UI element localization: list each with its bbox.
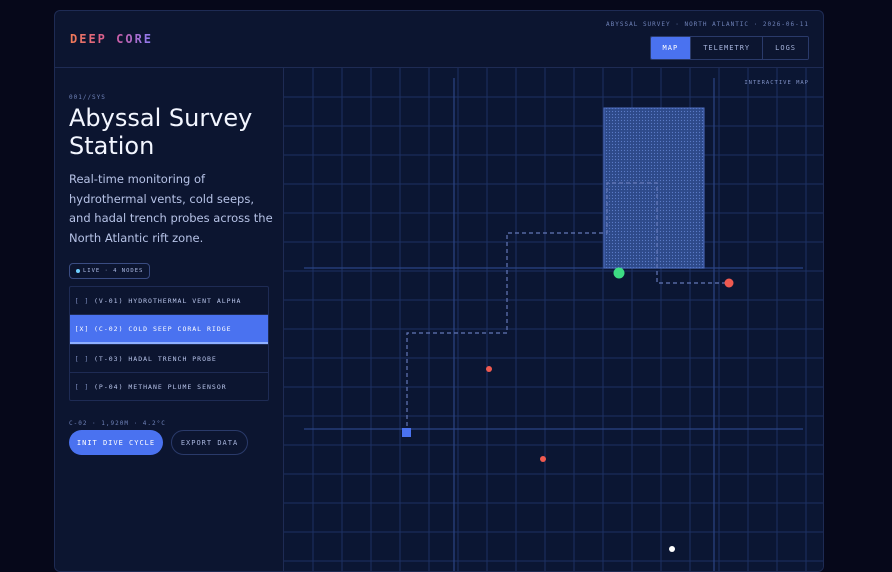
node-label: (P-04) METHANE PLUME SENSOR: [94, 382, 227, 391]
page-description: Real-time monitoring of hydrothermal ven…: [69, 172, 273, 245]
node-label: (T-03) HADAL TRENCH PROBE: [94, 354, 217, 363]
tab-logs[interactable]: LOGS: [762, 37, 808, 59]
map-axis-lines: [304, 78, 803, 571]
checkbox-icon: [ ]: [74, 296, 90, 305]
node-item-c02[interactable]: [X] (C-02) COLD SEEP CORAL RIDGE: [70, 314, 268, 344]
selection-zone[interactable]: [603, 107, 705, 269]
export-data-button[interactable]: EXPORT DATA: [171, 430, 248, 455]
live-badge-label: LIVE · 4 NODES: [83, 268, 144, 274]
probe-square-marker[interactable]: [402, 428, 411, 437]
tab-map[interactable]: MAP: [650, 37, 691, 59]
tab-telemetry[interactable]: TELEMETRY: [690, 37, 763, 59]
sys-label: 001//SYS: [69, 94, 106, 101]
map-canvas: [284, 68, 823, 571]
map-label: INTERACTIVE MAP: [744, 80, 809, 86]
checkbox-icon: [ ]: [74, 382, 90, 391]
init-dive-cycle-button[interactable]: INIT DIVE CYCLE: [69, 430, 163, 455]
node-list: [ ] (V-01) HYDROTHERMAL VENT ALPHA [X] (…: [69, 286, 269, 401]
plume-marker[interactable]: [724, 278, 734, 288]
trench-marker[interactable]: [540, 456, 546, 462]
node-item-p04[interactable]: [ ] (P-04) METHANE PLUME SENSOR: [70, 372, 268, 400]
map-grid: [284, 68, 823, 571]
seep-marker[interactable]: [486, 366, 492, 372]
logo: DEEP CORE: [70, 32, 154, 46]
station-marker[interactable]: [669, 546, 675, 552]
vent-marker[interactable]: [613, 267, 625, 279]
live-dot-icon: [76, 269, 80, 273]
app-header: DEEP CORE ABYSSAL SURVEY · NORTH ATLANTI…: [55, 11, 823, 68]
app-window: DEEP CORE ABYSSAL SURVEY · NORTH ATLANTI…: [54, 10, 824, 572]
page-title: Abyssal Survey Station: [69, 104, 253, 160]
node-label: (V-01) HYDROTHERMAL VENT ALPHA: [94, 296, 242, 305]
view-tabs: MAP TELEMETRY LOGS: [649, 36, 809, 60]
node-item-v01[interactable]: [ ] (V-01) HYDROTHERMAL VENT ALPHA: [70, 287, 268, 314]
survey-meta: ABYSSAL SURVEY · NORTH ATLANTIC · 2026-0…: [606, 21, 809, 28]
live-badge: LIVE · 4 NODES: [69, 263, 151, 279]
checkbox-icon: [ ]: [74, 354, 90, 363]
checkbox-icon: [X]: [74, 324, 90, 333]
node-readout: C-02 · 1,920M · 4.2°C: [69, 420, 166, 427]
node-label: (C-02) COLD SEEP CORAL RIDGE: [94, 324, 232, 333]
interactive-map[interactable]: INTERACTIVE MAP: [284, 68, 823, 571]
sidebar: 001//SYS Abyssal Survey Station Real-tim…: [55, 68, 284, 571]
node-item-t03[interactable]: [ ] (T-03) HADAL TRENCH PROBE: [70, 344, 268, 372]
